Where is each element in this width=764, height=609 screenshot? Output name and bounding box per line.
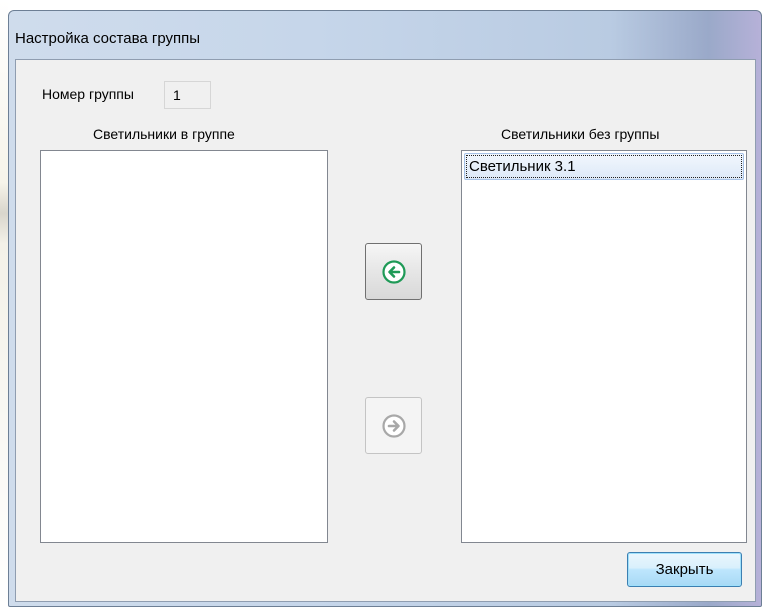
right-list-header: Светильники без группы: [501, 126, 660, 142]
dialog-client-area: Номер группы 1 Светильники в группе Свет…: [15, 59, 756, 602]
close-button[interactable]: Закрыть: [627, 552, 742, 587]
left-list-header: Светильники в группе: [93, 126, 235, 142]
background-desktop: [0, 0, 8, 609]
grouped-lights-list[interactable]: [40, 150, 328, 543]
list-item[interactable]: Светильник 3.1: [464, 153, 744, 180]
dialog-window: Настройка состава группы Номер группы 1 …: [8, 10, 762, 607]
title-bar[interactable]: Настройка состава группы: [9, 11, 761, 58]
group-number-field[interactable]: 1: [164, 81, 211, 109]
group-number-label: Номер группы: [42, 86, 134, 102]
window-title: Настройка состава группы: [15, 30, 201, 47]
remove-from-group-button[interactable]: [365, 397, 422, 454]
ungrouped-lights-list[interactable]: Светильник 3.1: [461, 150, 747, 543]
move-to-group-button[interactable]: [365, 243, 422, 300]
arrow-left-circle-icon: [382, 260, 406, 284]
arrow-right-circle-icon: [382, 414, 406, 438]
